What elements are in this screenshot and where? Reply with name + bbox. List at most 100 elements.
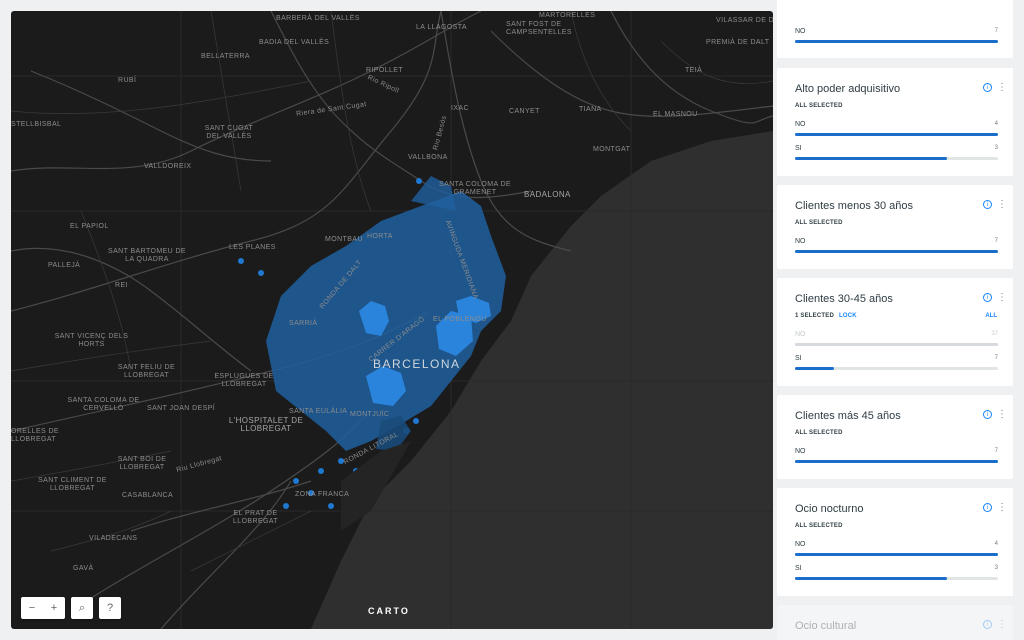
map-label: GAVÀ: [73, 565, 94, 572]
info-icon[interactable]: i: [983, 200, 992, 209]
map-label: RUBÍ: [118, 77, 137, 84]
category-bar-track: [795, 367, 998, 370]
more-options-icon[interactable]: ⋮: [997, 502, 1007, 512]
widget-card: Clientes menos 30 años i ⋮ ALL SELECTED N…: [777, 185, 1013, 269]
info-icon[interactable]: i: [983, 293, 992, 302]
map-label: SANTA EULÀLIA: [289, 408, 348, 415]
map-label: BADALONA: [524, 190, 571, 199]
map-label: SANT BOI DE LLOBREGAT: [117, 456, 167, 471]
lock-link[interactable]: LOCK: [839, 313, 857, 319]
info-icon[interactable]: i: [983, 503, 992, 512]
widgets-panel[interactable]: NO 7 Alto poder adquisitivo i ⋮ ALL SELEC…: [777, 0, 1013, 640]
category-bar: [795, 250, 998, 253]
map-label: BELLATERRA: [201, 53, 250, 60]
map-label: SANT VICENÇ DELS HORTS: [54, 333, 129, 348]
map-label: EL PAPIOL: [70, 223, 109, 230]
map-label: BARBERÀ DEL VALLÈS: [276, 15, 360, 22]
map-label: EL MASNOU: [653, 111, 698, 118]
map-label: ESPLUGUES DE LLOBREGAT: [214, 373, 274, 388]
help-button[interactable]: ?: [99, 597, 121, 619]
category-count: 4: [994, 121, 998, 127]
category-bar: [795, 40, 998, 43]
widget-card: Ocio nocturno i ⋮ ALL SELECTED NO 4 SI 3: [777, 488, 1013, 596]
more-options-icon[interactable]: ⋮: [997, 292, 1007, 302]
more-options-icon[interactable]: ⋮: [997, 409, 1007, 419]
zoom-out-button[interactable]: −: [21, 602, 43, 614]
category-bar: [795, 343, 998, 346]
widget-title: Clientes más 45 años: [795, 410, 901, 422]
selection-status: 1 SELECTED LOCK: [795, 313, 857, 319]
category-bar: [795, 553, 998, 556]
category-count: 7: [994, 238, 998, 244]
help-icon: ?: [106, 602, 114, 614]
map-label: MONTGAT: [593, 146, 631, 153]
category-bar-track: [795, 133, 998, 136]
category-bar-track: [795, 460, 998, 463]
category-count: 37: [991, 331, 998, 337]
category-count: 7: [994, 448, 998, 454]
selection-status: ALL SELECTED: [795, 430, 843, 436]
map-label: CASABLANCA: [122, 492, 174, 499]
category-bar-track: [795, 40, 998, 43]
category-bar: [795, 367, 834, 370]
map-label: RIPOLLET: [366, 67, 404, 74]
zoom-in-button[interactable]: +: [43, 602, 65, 614]
city-label: BARCELONA: [373, 357, 461, 371]
category-bar: [795, 157, 948, 160]
map-label: LES PLANES: [229, 244, 276, 251]
widget-card: NO 7: [777, 0, 1013, 58]
category-bar-track: [795, 577, 998, 580]
map-label: SANT FOST DE CAMPSENTELLES: [506, 21, 572, 36]
category-name: NO: [795, 331, 806, 338]
selection-status: ALL SELECTED: [795, 220, 843, 226]
map-label: SANT JOAN DESPÍ: [147, 405, 216, 412]
more-options-icon[interactable]: ⋮: [997, 82, 1007, 92]
category-count: 7: [994, 355, 998, 361]
selection-status: ALL SELECTED: [795, 103, 843, 109]
category-count: 3: [994, 565, 998, 571]
map-label: REI: [115, 282, 128, 289]
more-options-icon[interactable]: ⋮: [997, 619, 1007, 629]
widget-title: Ocio cultural: [795, 620, 857, 632]
map-label: VILASSAR DE DALT: [716, 17, 773, 24]
map-label: TEIÀ: [685, 67, 703, 74]
map-label: BADIA DEL VALLÈS: [259, 39, 330, 46]
map-label: SANTA COLOMA DE GRAMENET: [439, 181, 511, 196]
map-label: PREMIÀ DE DALT: [706, 39, 770, 46]
more-options-icon[interactable]: ⋮: [997, 199, 1007, 209]
widget-title: Alto poder adquisitivo: [795, 83, 901, 95]
widget-card: Clientes más 45 años i ⋮ ALL SELECTED NO …: [777, 395, 1013, 479]
map-label: SANT CUGAT DEL VALLÈS: [204, 125, 254, 140]
map-label: HORTA: [367, 233, 393, 240]
map-view[interactable]: BARBERÀ DEL VALLÈS BADIA DEL VALLÈS BELL…: [11, 11, 773, 629]
category-bar-track: [795, 157, 998, 160]
widget-card: Ocio cultural i ⋮: [777, 605, 1013, 640]
map-label: IXAC: [451, 105, 469, 112]
map-label: VILADECANS: [89, 535, 138, 542]
info-icon[interactable]: i: [983, 83, 992, 92]
select-all-link[interactable]: ALL: [985, 313, 997, 319]
map-label: PALLEJÀ: [48, 262, 81, 269]
info-icon[interactable]: i: [983, 620, 992, 629]
map-label: VALLDOREIX: [144, 163, 192, 170]
category-name: SI: [795, 565, 802, 572]
category-count: 3: [994, 145, 998, 151]
widget-title: Clientes menos 30 años: [795, 200, 914, 212]
info-icon[interactable]: i: [983, 410, 992, 419]
widget-card: Alto poder adquisitivo i ⋮ ALL SELECTED N…: [777, 68, 1013, 176]
category-name: NO: [795, 121, 806, 128]
map-label: SARRIÀ: [289, 320, 318, 327]
widget-title: Clientes 30-45 años: [795, 293, 893, 305]
map-label: LA LLAGOSTA: [416, 24, 467, 31]
map-label: VALLBONA: [408, 154, 448, 161]
selection-status: ALL SELECTED: [795, 523, 843, 529]
search-button[interactable]: ⌕: [71, 597, 93, 619]
map-label: MARTORELLES: [539, 12, 596, 19]
carto-logo: CARTO: [368, 606, 410, 616]
map-label: ORELLES DE LLOBREGAT: [11, 428, 59, 443]
map-label: ZONA FRANCA: [295, 491, 350, 498]
widget-card: Clientes 30-45 años i ⋮ 1 SELECTED LOCK AL…: [777, 278, 1013, 386]
category-count: 7: [994, 28, 998, 34]
category-name: NO: [795, 448, 806, 455]
map-label: SANT FELIU DE LLOBREGAT: [117, 364, 176, 379]
